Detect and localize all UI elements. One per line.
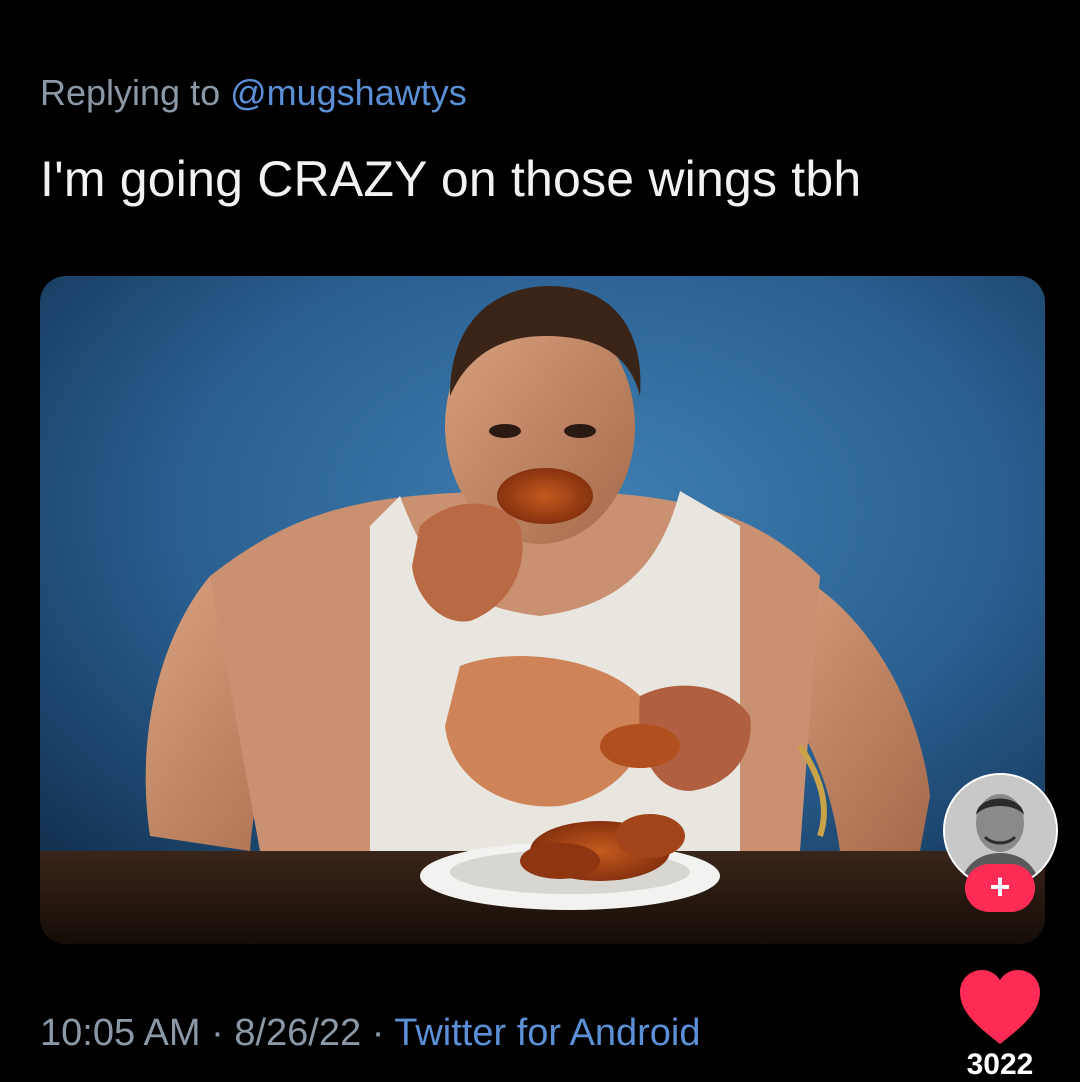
like-count: 3022 (966, 1048, 1034, 1081)
meta-separator: · (200, 1012, 235, 1054)
tweet-text: I'm going CRAZY on those wings tbh (40, 151, 862, 207)
tweet-photo[interactable] (40, 276, 1045, 944)
replying-handle-link[interactable]: @mugshawtys (230, 72, 467, 113)
meta-separator: · (361, 1012, 395, 1054)
tweet-source-link[interactable]: Twitter for Android (394, 1012, 700, 1054)
replying-to-label: Replying to (40, 72, 231, 113)
tweet-date: 8/26/22 (234, 1012, 362, 1054)
follow-button[interactable]: + (965, 864, 1035, 912)
tweet-meta: 10:05 AM · 8/26/22 · Twitter for Android (40, 1012, 700, 1055)
tweet-time: 10:05 AM (40, 1012, 201, 1054)
like-button[interactable] (957, 968, 1043, 1048)
replying-to-line: Replying to @mugshawtys (40, 72, 467, 114)
heart-icon (960, 970, 1040, 1044)
photo-man-eating-wings (40, 276, 1045, 944)
